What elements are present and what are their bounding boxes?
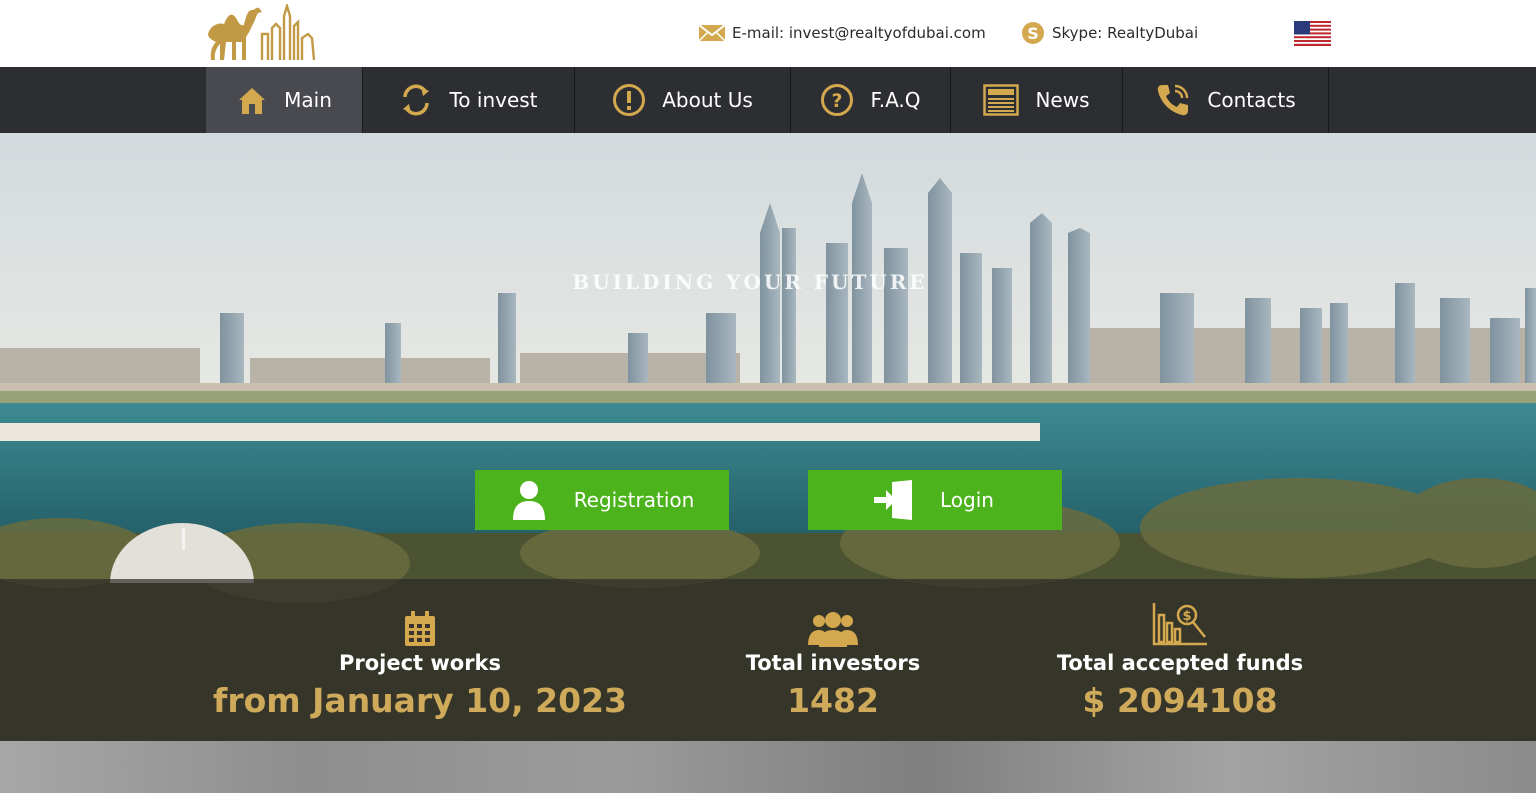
email-text: E-mail: invest@realtyofdubai.com xyxy=(732,24,986,42)
nav-item-contacts[interactable]: Contacts xyxy=(1123,67,1328,133)
funds-chart-icon: $ xyxy=(950,599,1410,647)
stat-label: Total accepted funds xyxy=(1056,651,1304,675)
home-icon xyxy=(236,84,268,116)
refresh-icon xyxy=(399,83,433,117)
stat-value: from January 10, 2023 xyxy=(212,681,628,720)
registration-label: Registration xyxy=(573,488,695,512)
calendar-icon xyxy=(190,599,650,647)
hero-banner: BUILDING YOUR FUTURE Registration Login xyxy=(0,133,1536,793)
login-button[interactable]: Login xyxy=(808,470,1062,530)
main-navigation: Main To invest About Us ? F.A.Q News Con… xyxy=(0,67,1536,139)
newspaper-icon xyxy=(983,84,1020,116)
svg-text:$: $ xyxy=(1182,609,1191,624)
us-flag-icon[interactable] xyxy=(1294,21,1331,46)
stat-label: Project works xyxy=(338,651,502,675)
skype-contact[interactable]: S Skype: RealtyDubai xyxy=(1020,20,1198,46)
svg-text:?: ? xyxy=(832,90,843,112)
next-section-preview xyxy=(0,741,1536,793)
email-contact[interactable]: E-mail: invest@realtyofdubai.com xyxy=(698,20,986,46)
nav-item-main[interactable]: Main xyxy=(206,67,362,139)
nav-item-faq[interactable]: ? F.A.Q xyxy=(791,67,950,133)
nav-divider xyxy=(1328,67,1329,133)
question-icon: ? xyxy=(820,83,854,117)
login-label: Login xyxy=(940,488,994,512)
nav-item-label: About Us xyxy=(662,88,753,112)
registration-button[interactable]: Registration xyxy=(475,470,729,530)
nav-item-news[interactable]: News xyxy=(951,67,1122,133)
nav-item-label: To invest xyxy=(449,88,538,112)
top-header: E-mail: invest@realtyofdubai.com S Skype… xyxy=(0,0,1536,67)
info-exclamation-icon xyxy=(612,83,646,117)
hero-tagline: BUILDING YOUR FUTURE xyxy=(572,270,928,294)
stats-strip: Project works from January 10, 2023 Tota… xyxy=(0,579,1536,741)
skype-icon: S xyxy=(1020,20,1046,46)
stat-value: $ 2094108 xyxy=(1082,681,1278,720)
nav-item-to-invest[interactable]: To invest xyxy=(363,67,574,133)
nav-item-label: News xyxy=(1035,88,1090,112)
svg-text:S: S xyxy=(1027,24,1039,43)
nav-item-label: Contacts xyxy=(1207,88,1296,112)
stat-project-works: Project works from January 10, 2023 xyxy=(190,579,650,720)
stat-total-accepted-funds: $ Total accepted funds $ 2094108 xyxy=(950,579,1410,720)
camel-skyline-logo[interactable] xyxy=(206,1,318,62)
skype-text: Skype: RealtyDubai xyxy=(1052,24,1199,42)
nav-item-label: Main xyxy=(284,88,332,112)
envelope-icon xyxy=(698,23,726,43)
nav-item-about-us[interactable]: About Us xyxy=(575,67,790,133)
nav-item-label: F.A.Q xyxy=(870,88,921,112)
phone-icon xyxy=(1155,82,1191,118)
